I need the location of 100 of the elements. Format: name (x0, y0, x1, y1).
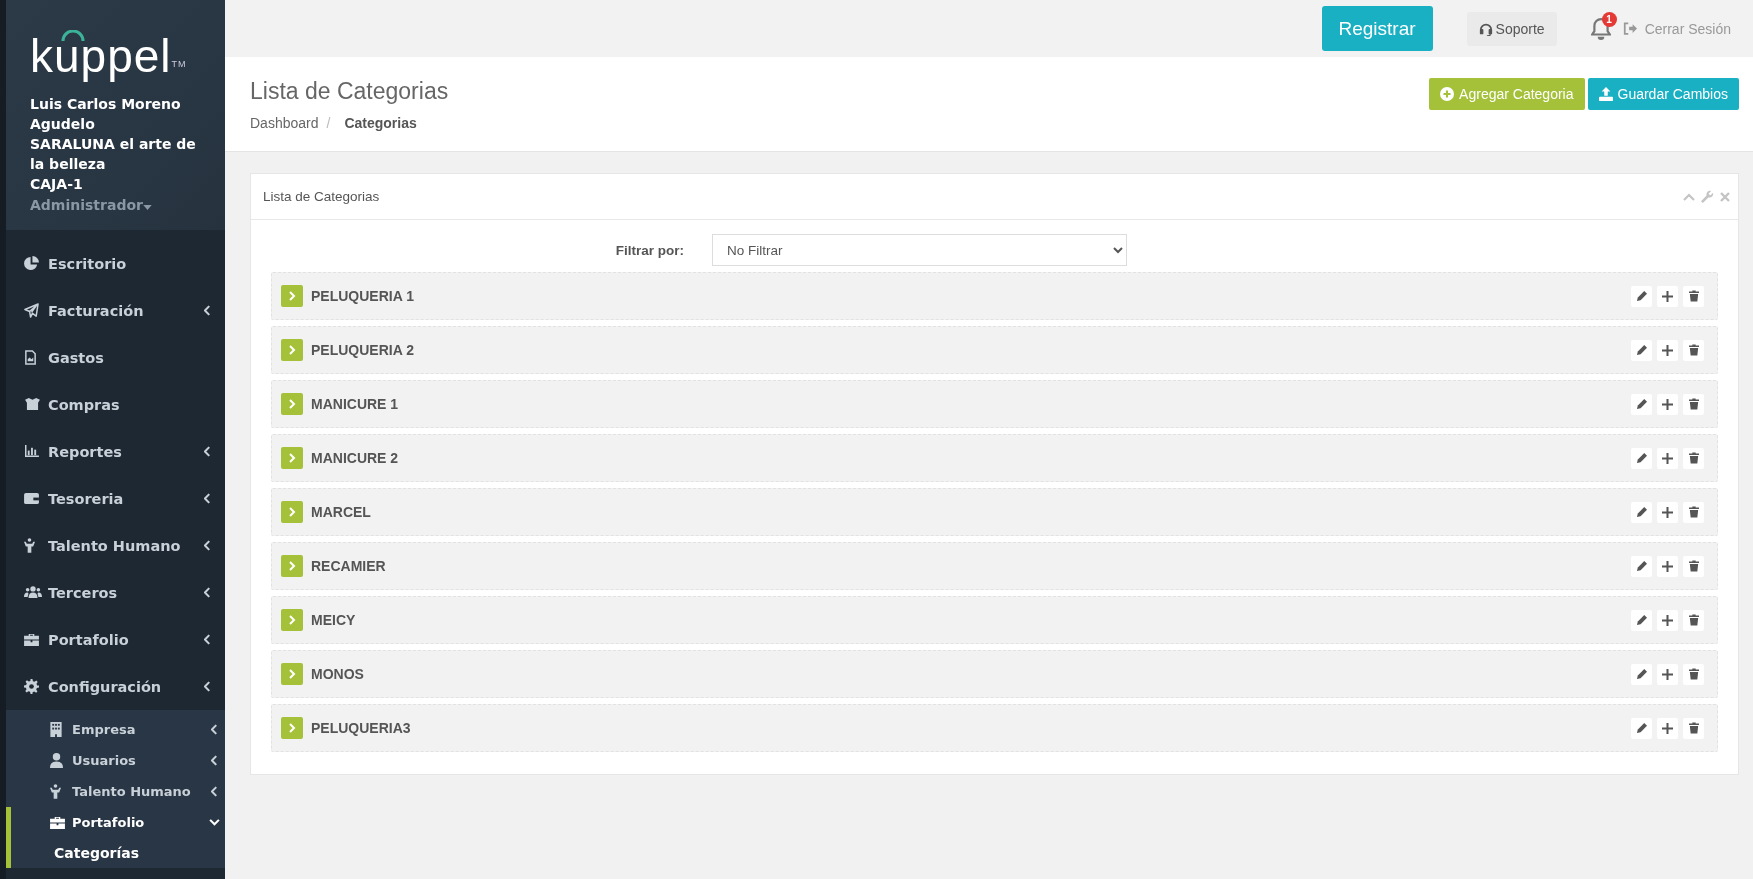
add-button[interactable] (1657, 393, 1678, 415)
chevron-left-icon (203, 681, 211, 692)
chevron-right-icon (288, 291, 296, 301)
edit-button[interactable] (1631, 609, 1652, 631)
category-name: MANICURE 2 (311, 450, 400, 466)
delete-button[interactable] (1683, 609, 1704, 631)
panel-title: Lista de Categorias (263, 189, 381, 204)
person-icon (50, 784, 61, 799)
chevron-right-icon (288, 615, 296, 625)
sidebar-item[interactable]: Talento Humano (6, 522, 225, 569)
trash-icon (1688, 560, 1699, 572)
delete-button[interactable] (1683, 339, 1704, 361)
category-name: MARCEL (311, 504, 372, 520)
chevron-right-icon (288, 561, 296, 571)
delete-button[interactable] (1683, 555, 1704, 577)
chevron-down-icon (208, 819, 220, 826)
bell-icon (1590, 17, 1611, 40)
sidebar-subitem[interactable]: Empresa (6, 714, 225, 745)
trash-icon (1688, 614, 1699, 626)
plus-icon (1662, 668, 1673, 680)
sidebar-subitem[interactable]: Portafolio (6, 807, 225, 838)
sidebar-item[interactable]: Compras (6, 381, 225, 428)
edit-button[interactable] (1631, 501, 1652, 523)
breadcrumb-link[interactable]: Dashboard (250, 114, 319, 131)
support-button[interactable]: Soporte (1466, 11, 1557, 46)
trash-icon (1688, 452, 1699, 464)
sidebar-item[interactable]: Configuración (6, 663, 225, 710)
sidebar-item[interactable]: Portafolio (6, 616, 225, 663)
sidebar-item[interactable]: Escritorio (6, 240, 225, 287)
pencil-icon (1636, 560, 1647, 572)
caret-down-icon (142, 205, 152, 210)
upload-icon (1598, 87, 1613, 101)
sidebar-subitem[interactable]: Categorías (6, 838, 225, 868)
sidebar-item[interactable]: Tesoreria (6, 475, 225, 522)
sidebar-item[interactable]: Reportes (6, 428, 225, 475)
notification-badge: 1 (1601, 11, 1617, 27)
pie-chart-icon (24, 256, 39, 271)
chevron-right-icon (288, 723, 296, 733)
edit-button[interactable] (1631, 663, 1652, 685)
delete-button[interactable] (1683, 501, 1704, 523)
edit-button[interactable] (1631, 717, 1652, 739)
add-button[interactable] (1657, 663, 1678, 685)
trash-icon (1688, 506, 1699, 518)
breadcrumb-separator: / (326, 114, 331, 131)
chevron-left-icon (203, 634, 211, 645)
add-button[interactable] (1657, 285, 1678, 307)
chevron-right-icon (288, 507, 296, 517)
filter-label: Filtrar por: (614, 242, 685, 258)
category-name: PELUQUERIA 2 (311, 342, 415, 358)
category-name: PELUQUERIA3 (311, 720, 412, 736)
headset-icon (1478, 21, 1493, 36)
trash-icon (1688, 290, 1699, 302)
trash-icon (1688, 398, 1699, 410)
pencil-icon (1636, 506, 1647, 518)
filter-select[interactable]: No Filtrar (712, 234, 1127, 266)
chevron-right-icon (288, 453, 296, 463)
add-button[interactable] (1657, 717, 1678, 739)
add-button[interactable] (1657, 555, 1678, 577)
edit-button[interactable] (1631, 393, 1652, 415)
register-name: CAJA-1 (30, 175, 84, 194)
delete-button[interactable] (1683, 285, 1704, 307)
plus-icon (1662, 290, 1673, 302)
wallet-icon (24, 492, 39, 505)
building-icon (50, 722, 62, 737)
chevron-left-icon (210, 724, 218, 735)
add-button[interactable] (1657, 609, 1678, 631)
add-button[interactable] (1657, 501, 1678, 523)
plus-icon (1662, 344, 1673, 356)
add-button[interactable] (1657, 447, 1678, 469)
sidebar-item[interactable]: Facturación (6, 287, 225, 334)
delete-button[interactable] (1683, 663, 1704, 685)
pencil-icon (1636, 398, 1647, 410)
chevron-left-icon (203, 540, 211, 551)
sidebar-subitem[interactable]: Usuarios (6, 745, 225, 776)
edit-button[interactable] (1631, 447, 1652, 469)
chevron-left-icon (210, 755, 218, 766)
category-name: MONOS (311, 666, 365, 682)
sidebar-item[interactable]: Terceros (6, 569, 225, 616)
edit-button[interactable] (1631, 339, 1652, 361)
trash-icon (1688, 668, 1699, 680)
category-name: MEICY (311, 612, 357, 628)
sidebar-item[interactable]: Gastos (6, 334, 225, 381)
role-dropdown[interactable]: Administrador (30, 195, 200, 215)
pencil-icon (1636, 668, 1647, 680)
chevron-right-icon (288, 345, 296, 355)
company-name: SARALUNA el arte de la belleza (30, 135, 197, 174)
category-name: MANICURE 1 (311, 396, 400, 412)
briefcase-icon (50, 816, 65, 829)
pencil-icon (1636, 290, 1647, 302)
edit-button[interactable] (1631, 285, 1652, 307)
plus-icon (1662, 398, 1673, 410)
chevron-right-icon (288, 399, 296, 409)
sign-out-icon (1622, 22, 1637, 35)
add-button[interactable] (1657, 339, 1678, 361)
sidebar-subitem[interactable]: Talento Humano (6, 776, 225, 807)
plus-icon (1662, 452, 1673, 464)
delete-button[interactable] (1683, 393, 1704, 415)
edit-button[interactable] (1631, 555, 1652, 577)
delete-button[interactable] (1683, 717, 1704, 739)
delete-button[interactable] (1683, 447, 1704, 469)
